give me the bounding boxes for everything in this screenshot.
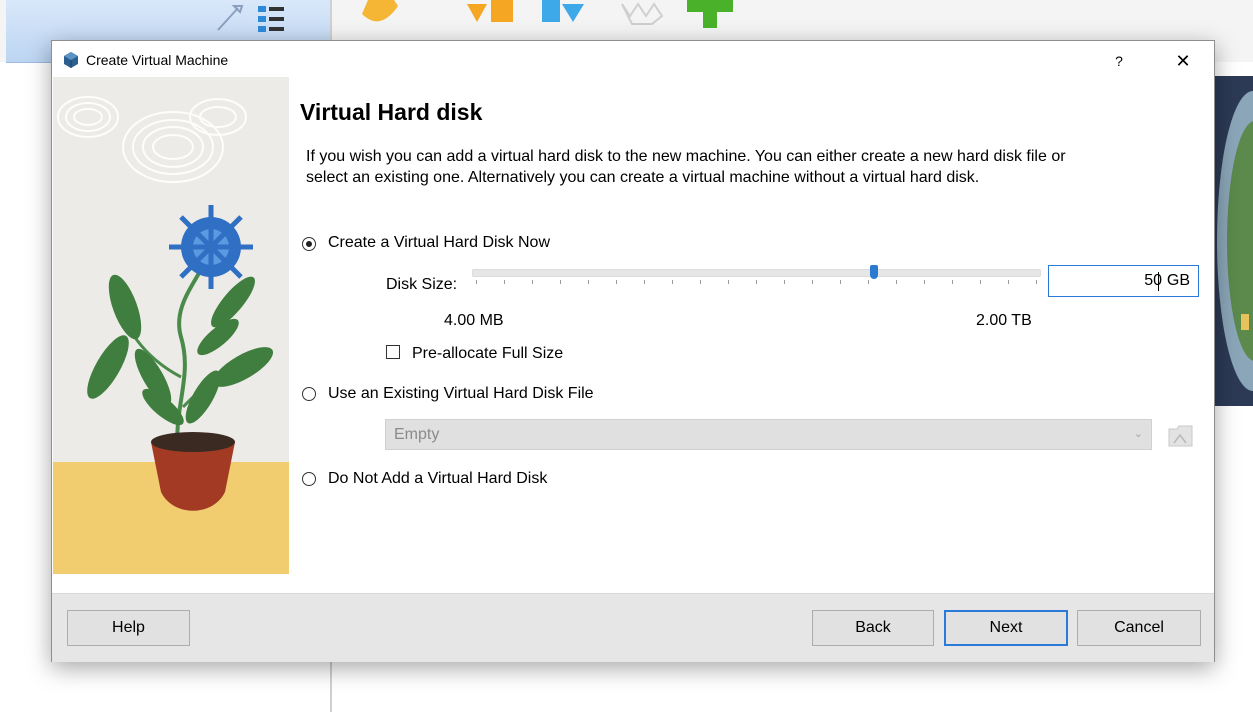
slider-tick: [560, 280, 561, 284]
tools-menu-icon[interactable]: [256, 4, 286, 39]
use-existing-label[interactable]: Use an Existing Virtual Hard Disk File: [328, 385, 594, 403]
next-button[interactable]: Next: [944, 610, 1068, 646]
slider-tick: [644, 280, 645, 284]
back-button[interactable]: Back: [812, 610, 934, 646]
tools-wrench-icon: [210, 0, 250, 37]
disk-size-value[interactable]: 50: [1144, 272, 1162, 290]
dialog-footer: Help Back Next Cancel: [52, 593, 1214, 662]
preallocate-checkbox[interactable]: [386, 345, 400, 359]
dialog-titlebar[interactable]: Create Virtual Machine ? ✕: [52, 41, 1214, 79]
no-disk-radio[interactable]: [302, 472, 316, 486]
slider-max-label: 2.00 TB: [976, 312, 1032, 329]
create-vm-dialog: Create Virtual Machine ? ✕ Virtual Hard …: [51, 40, 1215, 662]
add-icon[interactable]: [683, 0, 743, 33]
disk-size-input[interactable]: 50 GB: [1048, 265, 1199, 297]
new-icon[interactable]: [620, 0, 670, 33]
preallocate-label[interactable]: Pre-allocate Full Size: [412, 345, 563, 363]
preferences-icon[interactable]: [360, 0, 400, 33]
slider-tick: [952, 280, 953, 284]
slider-tick: [1008, 280, 1009, 284]
page-heading: Virtual Hard disk: [300, 99, 483, 125]
disk-size-unit: GB: [1166, 272, 1190, 289]
disk-size-slider-handle[interactable]: [870, 265, 878, 279]
slider-tick: [812, 280, 813, 284]
cancel-button[interactable]: Cancel: [1077, 610, 1201, 646]
slider-tick: [868, 280, 869, 284]
slider-tick: [728, 280, 729, 284]
use-existing-radio[interactable]: [302, 387, 316, 401]
slider-tick: [1036, 280, 1037, 284]
folder-icon[interactable]: [1166, 421, 1196, 449]
help-question-button[interactable]: ?: [1098, 47, 1140, 75]
create-disk-radio[interactable]: [302, 237, 316, 251]
existing-disk-combobox[interactable]: Empty ⌄: [385, 419, 1152, 450]
slider-tick: [784, 280, 785, 284]
slider-tick: [532, 280, 533, 284]
slider-tick: [700, 280, 701, 284]
import-icon[interactable]: [465, 0, 525, 33]
chevron-down-icon: ⌄: [1133, 428, 1143, 440]
slider-tick: [616, 280, 617, 284]
slider-min-label: 4.00 MB: [444, 312, 504, 329]
existing-disk-value: Empty: [394, 426, 440, 443]
help-button[interactable]: Help: [67, 610, 190, 646]
slider-tick: [896, 280, 897, 284]
slider-tick: [504, 280, 505, 284]
slider-tick: [588, 280, 589, 284]
wizard-illustration: [53, 77, 289, 574]
slider-tick: [924, 280, 925, 284]
slider-tick: [980, 280, 981, 284]
no-disk-label[interactable]: Do Not Add a Virtual Hard Disk: [328, 470, 547, 488]
slider-tick: [672, 280, 673, 284]
page-description: If you wish you can add a virtual hard d…: [306, 148, 1066, 186]
vm-preview-image: [1213, 76, 1253, 406]
close-button[interactable]: ✕: [1162, 47, 1204, 75]
virtualbox-logo-icon: [62, 51, 80, 69]
disk-size-label: Disk Size:: [386, 276, 458, 293]
slider-tick: [840, 280, 841, 284]
export-icon[interactable]: [540, 0, 600, 33]
slider-tick: [756, 280, 757, 284]
create-disk-label[interactable]: Create a Virtual Hard Disk Now: [328, 234, 550, 252]
disk-size-slider[interactable]: [472, 269, 1041, 277]
slider-tick: [476, 280, 477, 284]
dialog-title: Create Virtual Machine: [86, 52, 229, 68]
text-caret: [1158, 272, 1159, 291]
